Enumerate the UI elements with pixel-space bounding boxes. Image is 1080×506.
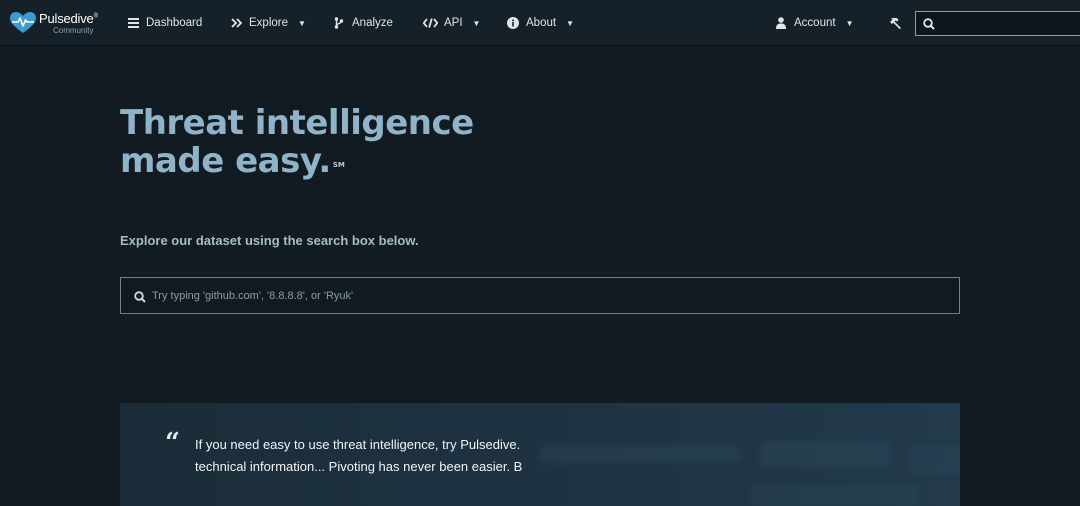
quote-icon: “ (165, 428, 180, 458)
branch-icon (332, 17, 346, 29)
hero-title-line1: Threat intelligence (120, 103, 474, 143)
info-circle-icon (506, 17, 520, 29)
testimonial-line1: If you need easy to use threat intellige… (195, 437, 521, 452)
nav-about[interactable]: About ▼ (506, 0, 574, 46)
top-search-input[interactable] (940, 14, 1076, 33)
nav-api[interactable]: API ▼ (422, 0, 480, 46)
nav-account-label: Account (794, 17, 836, 29)
double-chevron-right-icon (229, 18, 243, 28)
code-icon (422, 18, 438, 28)
hero-title-line2: made easy. (120, 141, 331, 181)
chevron-down-icon: ▼ (566, 18, 574, 28)
hero-title: Threat intelligence made easy. SM (120, 104, 540, 180)
background-graphic (910, 445, 960, 475)
nav-account[interactable]: Account ▼ (774, 0, 853, 46)
search-icon (134, 290, 146, 308)
testimonial-line2: technical information... Pivoting has ne… (195, 459, 523, 474)
nav-analyze[interactable]: Analyze (332, 0, 393, 46)
tools-button[interactable] (888, 0, 908, 46)
main-search-box[interactable] (120, 277, 960, 314)
list-icon (126, 18, 140, 28)
pulsedive-logo[interactable]: Pulsedive® Community (9, 8, 109, 40)
service-mark: SM (332, 161, 345, 169)
user-icon (774, 17, 788, 29)
background-graphic (540, 445, 740, 463)
chevron-down-icon: ▼ (845, 18, 854, 28)
nav-about-label: About (526, 17, 557, 29)
trademark-mark: ® (93, 13, 98, 20)
background-graphic (750, 485, 920, 506)
hero-subtitle: Explore our dataset using the search box… (120, 233, 419, 248)
brand-name: Pulsedive® (39, 11, 98, 26)
nav-dashboard[interactable]: Dashboard (126, 0, 202, 46)
background-graphic (760, 441, 890, 467)
heart-pulse-icon (10, 12, 36, 33)
nav-explore[interactable]: Explore ▼ (229, 0, 306, 46)
nav-analyze-label: Analyze (352, 17, 393, 29)
hammer-icon (888, 17, 902, 30)
nav-dashboard-label: Dashboard (146, 17, 203, 29)
nav-api-label: API (444, 17, 463, 29)
search-icon (923, 17, 935, 35)
top-search-box[interactable] (915, 11, 1080, 36)
top-navbar: Pulsedive® Community Dashboard Explore ▼… (0, 0, 1080, 46)
chevron-down-icon: ▼ (472, 18, 481, 28)
nav-explore-label: Explore (249, 17, 288, 29)
brand-edition: Community (53, 26, 94, 35)
chevron-down-icon: ▼ (298, 18, 306, 28)
main-search-input[interactable] (152, 286, 942, 306)
testimonial-panel: “ If you need easy to use threat intelli… (120, 403, 960, 506)
